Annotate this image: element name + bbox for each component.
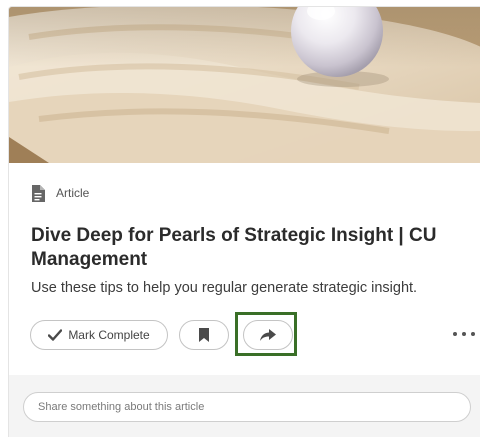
article-description: Use these tips to help you regular gener… [31, 280, 418, 296]
more-dots-icon [453, 332, 457, 336]
content-type: Article [31, 184, 89, 202]
content-type-label: Article [56, 186, 90, 200]
bookmark-icon [199, 328, 209, 342]
page: Article Dive Deep for Pearls of Strategi… [0, 0, 480, 437]
pearl-shell-image [9, 7, 480, 163]
hero-image[interactable] [9, 7, 480, 163]
share-button[interactable] [243, 320, 293, 350]
checkmark-icon [48, 329, 63, 341]
mark-complete-label: Mark Complete [68, 328, 150, 342]
article-card: Article Dive Deep for Pearls of Strategi… [8, 6, 480, 437]
share-arrow-icon [260, 329, 276, 341]
article-title[interactable]: Dive Deep for Pearls of Strategic Insigh… [31, 224, 471, 272]
more-options-button[interactable] [453, 327, 475, 341]
mark-complete-button[interactable]: Mark Complete [30, 320, 168, 350]
comment-section [9, 375, 480, 437]
comment-input[interactable] [23, 392, 471, 422]
document-icon [32, 184, 45, 202]
bookmark-button[interactable] [179, 320, 229, 350]
